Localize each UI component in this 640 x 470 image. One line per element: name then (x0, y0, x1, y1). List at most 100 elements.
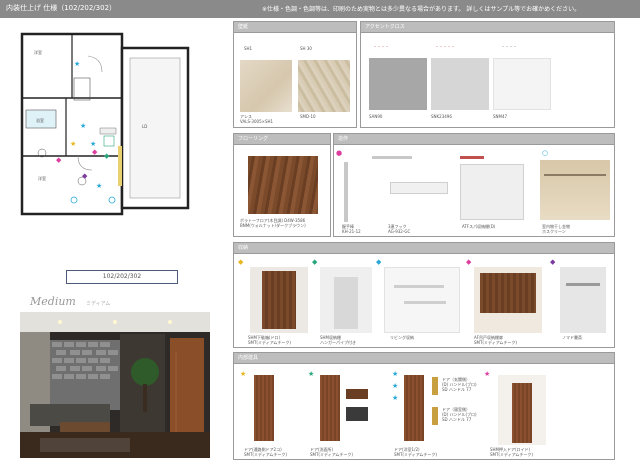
page-title: 内装仕上げ 仕様（102/202/302） (6, 4, 117, 12)
storage-title: 収納 (234, 243, 614, 254)
interior-doors-panel: 内部建具 ★ ★ ★ ★ ★ ★ ドア（玄関側） (D) ハンドル(ブロ) SD… (233, 352, 615, 460)
style-name: Medium (30, 295, 76, 308)
yellow-star-icon: ★ (240, 370, 247, 378)
svg-text:★: ★ (74, 60, 80, 68)
pink-dot-icon: ● (336, 149, 343, 157)
storage-caption-1: SHM下駄箱(ドロ) SMT(ミディアムチーク) (248, 335, 291, 345)
accent-swatch-2 (431, 58, 489, 110)
wallpaper-swatch-2 (298, 60, 350, 112)
door-caption-1: ドア(通路側ドア2コ) SMT(ミディアムチーク) (244, 447, 287, 457)
svg-text:◆: ◆ (92, 148, 98, 156)
door-image-1 (254, 375, 274, 441)
disclaimer-note: ※仕様・色調・色調等は、印刷のため実物とは多少異なる場合があります。 詳しくはサ… (262, 6, 581, 13)
wallpaper-caption-1: アレス VALS-3005×SH1 (240, 114, 274, 124)
flooring-panel: フローリング ボラトーフロア(木目調) D4W-3586 BNM(ウォルナット/… (233, 133, 331, 237)
floor-plan: ◆ ★ ★ ★ ★ ◆ ◆ ◆ ★ 洋室 浴室 洋室 LD (20, 32, 190, 216)
purple-diamond-icon: ◆ (550, 258, 556, 266)
wallpaper-panel: 壁紙 SH1 SH 30 アレス VALS-3005×SH1 SMD-10 (233, 21, 357, 128)
triple-hook-image (390, 182, 448, 194)
living-shelf-image (384, 267, 460, 333)
svg-text:浴室: 浴室 (36, 117, 44, 123)
clothes-pole-bar (544, 174, 606, 176)
wall-cabinet-door (480, 273, 536, 313)
fittings-title: 造作 (334, 134, 614, 145)
pink-diamond-icon: ◆ (466, 258, 472, 266)
green-diamond-icon: ◆ (312, 258, 318, 266)
accent-cloth-title: アクセントクロス (361, 22, 614, 33)
wallpaper-swatch-1 (240, 60, 292, 112)
fittings-panel: 造作 ● ○ 握手棒 KH-21-12 3連フック AG-932-GC ATFス… (333, 133, 615, 237)
svg-text:◆: ◆ (104, 152, 110, 160)
svg-text:★: ★ (96, 182, 102, 190)
wallpaper-caption-2: SMD-10 (300, 114, 316, 119)
unit-label-box: 102/202/302 (66, 270, 178, 284)
grab-bar-image (344, 162, 348, 222)
unit-label: 102/202/302 (102, 273, 142, 280)
storage-panel: 収納 ◆ ◆ ◆ ◆ ◆ SHM下駄箱(ドロ) SMT(ミディアムチーク) SH… (233, 242, 615, 348)
storage-caption-2: SHM収納棚 ハンガーパイプ付き (320, 335, 356, 345)
shoe-cabinet-door (262, 271, 296, 329)
door-caption-2: ドア(洗面所) SMT(ミディアムチーク) (310, 447, 353, 457)
wallpaper-title: 壁紙 (234, 22, 356, 33)
wallpaper-code-2: SH 30 (300, 46, 312, 51)
green-star-icon: ★ (308, 370, 315, 378)
bath-shelf-bar-image (460, 156, 484, 159)
svg-text:◆: ◆ (82, 172, 88, 180)
interior-doors-title: 内部建具 (234, 353, 614, 364)
door-note-2: ドア（寝室側） (D) ハンドル(ブロ) SD ハンドル 77 (442, 407, 477, 422)
door-caption-4: SHM押入ドア(ロイド) SMT(ミディアムチーク) (490, 447, 533, 457)
svg-text:洋室: 洋室 (38, 175, 46, 181)
door-image-3 (404, 375, 424, 441)
nomad-desk-image (560, 267, 606, 333)
accent-caption-1: SAN90 (369, 114, 383, 119)
yellow-diamond-icon: ◆ (238, 258, 244, 266)
svg-text:洋室: 洋室 (34, 49, 42, 55)
door-detail-image-2 (346, 407, 368, 421)
flooring-caption: ボラトーフロア(木目調) D4W-3586 BNM(ウォルナット/ダークブラウン… (240, 218, 306, 228)
svg-text:★: ★ (70, 140, 76, 148)
interior-photo (20, 312, 210, 458)
door-handle-image-2 (432, 407, 438, 425)
nomad-desk-shelf (566, 283, 600, 286)
pink-star-icon: ★ (484, 370, 491, 378)
accent-swatch-3 (493, 58, 551, 110)
clothes-pole-image (540, 160, 610, 220)
blue-star-icon-2: ★ (392, 382, 399, 390)
accent-note-1: ・・・・ (373, 44, 389, 49)
accent-swatch-1 (369, 58, 427, 110)
living-shelf-board-2 (404, 301, 446, 304)
fittings-caption-2: 3連フック AG-932-GC (388, 224, 411, 234)
door-image-2 (320, 375, 340, 441)
closet-opening (334, 277, 358, 329)
living-shelf-board-1 (394, 285, 444, 288)
storage-caption-4: AF吊戸収納棚扉 SMT(ミディアムチーク) (474, 335, 517, 345)
blue-star-icon-1: ★ (392, 370, 399, 378)
door-image-4-panel (512, 383, 532, 443)
blue-star-icon-3: ★ (392, 394, 399, 402)
svg-text:★: ★ (80, 122, 86, 130)
header-bar: 内装仕上げ 仕様（102/202/302） ※仕様・色調・色調等は、印刷のため実… (0, 0, 640, 18)
accent-note-3: ・・・・ (501, 44, 517, 49)
blue-diamond-icon: ◆ (376, 258, 382, 266)
wallpaper-code-1: SH1 (244, 46, 253, 51)
accent-caption-3: SNM47 (493, 114, 508, 119)
triple-hook-bar-image (372, 156, 412, 159)
svg-text:★: ★ (90, 140, 96, 148)
storage-caption-3: リビング収納 (390, 335, 414, 340)
accent-note-2: ・・・・・ (435, 44, 455, 49)
door-detail-image-1 (346, 389, 368, 399)
fittings-caption-3: ATFスパ収納棚(D) (462, 224, 496, 229)
flooring-title: フローリング (234, 134, 330, 145)
svg-text:LD: LD (142, 124, 147, 129)
accent-caption-2: SNK23496 (431, 114, 452, 119)
blue-ring-icon: ○ (542, 149, 549, 157)
flooring-swatch (248, 156, 318, 214)
door-handle-image-1 (432, 377, 438, 395)
bath-shelf-image (460, 164, 524, 220)
storage-caption-5: ノマド書斎 (562, 335, 582, 340)
fittings-caption-4: 室内物干し金物 ホスクリーン (542, 224, 570, 234)
svg-text:◆: ◆ (56, 156, 62, 164)
fittings-caption-1: 握手棒 KH-21-12 (342, 224, 361, 234)
door-caption-3: ドア(洋室1/2) SMT(ミディアムチーク) (394, 447, 437, 457)
door-note-1: ドア（玄関側） (D) ハンドル(ブロ) SD ハンドル 77 (442, 377, 477, 392)
